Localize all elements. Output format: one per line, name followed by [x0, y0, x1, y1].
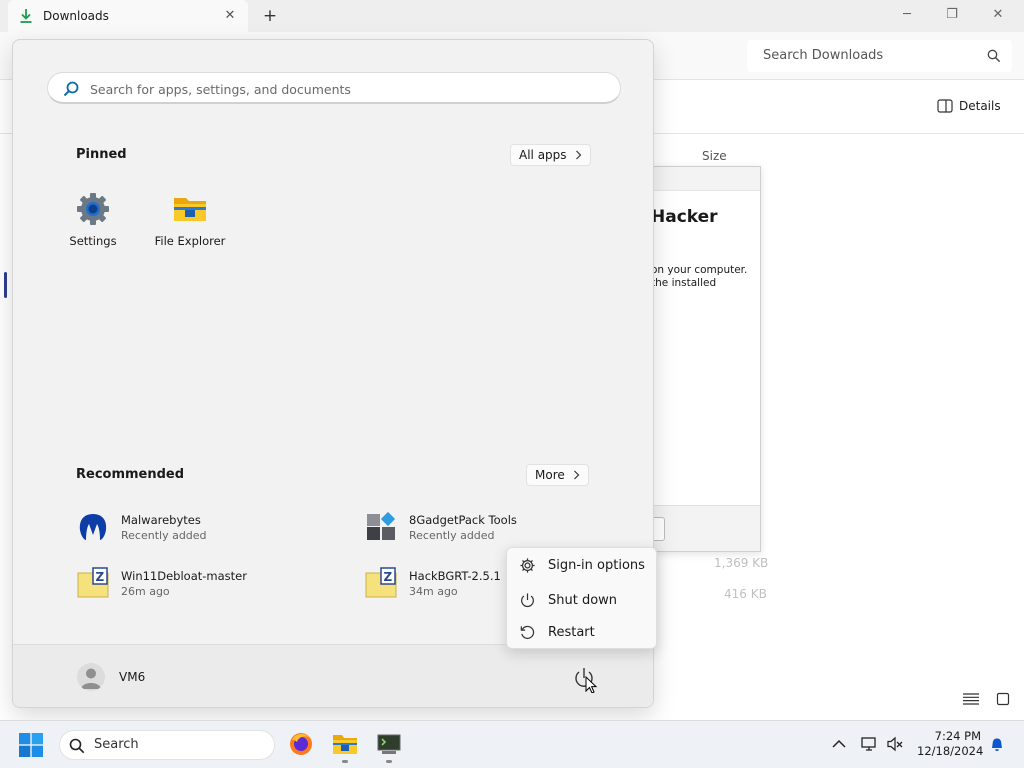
dialog-text-line: on your computer.: [651, 264, 748, 276]
pinned-app-label: Settings: [69, 234, 117, 248]
file-explorer-taskbar-icon[interactable]: [332, 731, 358, 757]
dialog-title: Hacker: [651, 207, 718, 227]
details-button[interactable]: Details: [937, 99, 1001, 113]
download-icon: [20, 9, 32, 23]
svg-text:Z: Z: [384, 570, 393, 584]
gear-icon: [520, 558, 535, 573]
recommended-item-time: 34m ago: [409, 584, 458, 598]
recommended-item-name: Malwarebytes: [121, 512, 201, 527]
malwarebytes-icon: [79, 514, 107, 540]
more-button[interactable]: More: [526, 464, 589, 486]
menu-item-label: Restart: [548, 625, 595, 640]
pinned-heading: Pinned: [76, 147, 127, 162]
avatar: [77, 663, 105, 691]
user-name: VM6: [119, 670, 146, 684]
navigation-selection-indicator: [4, 272, 7, 298]
volume-muted-icon[interactable]: [886, 735, 904, 753]
menu-item-label: Sign-in options: [548, 558, 645, 573]
windows-start-icon[interactable]: [19, 733, 43, 757]
minimize-button[interactable]: ─: [892, 4, 922, 26]
clock-time: 7:24 PM: [934, 729, 981, 743]
recommended-item-time: 26m ago: [121, 584, 170, 598]
explorer-tab-bar: Downloads ✕ + ─ ❐ ✕: [0, 0, 1024, 32]
column-header-size[interactable]: Size: [702, 149, 727, 163]
running-indicator: [342, 760, 348, 763]
view-toggle-group: [962, 692, 1010, 706]
recommended-item-hackbgrt[interactable]: Z HackBGRT-2.5.1 34m ago: [365, 567, 501, 599]
menu-item-label: Shut down: [548, 593, 618, 608]
tab-title: Downloads: [43, 9, 109, 23]
recommended-heading: Recommended: [76, 467, 185, 482]
tiles-view-icon[interactable]: [996, 692, 1010, 706]
start-menu-footer: VM6: [13, 644, 653, 707]
dialog-text: on your computer. the installed: [651, 264, 747, 290]
restart-icon: [520, 625, 535, 639]
recommended-item-8gadgetpack[interactable]: 8GadgetPack Tools Recently added: [365, 511, 517, 543]
all-apps-button[interactable]: All apps: [510, 144, 591, 166]
start-search-box[interactable]: [47, 72, 621, 104]
details-label: Details: [959, 99, 1001, 113]
user-icon: [81, 668, 101, 689]
recommended-item-time: Recently added: [121, 528, 207, 542]
more-label: More: [535, 468, 565, 482]
menu-item-shut-down[interactable]: Shut down: [519, 592, 617, 609]
user-account-button[interactable]: VM6: [77, 663, 145, 691]
zip-folder-icon: Z: [365, 567, 397, 598]
new-tab-button[interactable]: +: [260, 6, 280, 26]
chevron-right-icon: [573, 470, 580, 480]
start-search-input[interactable]: [90, 79, 590, 99]
notification-bell-icon[interactable]: [988, 735, 1006, 753]
dialog-footer: [641, 505, 760, 551]
dialog-titlebar: [641, 167, 760, 191]
taskbar-search-label: Search: [94, 737, 139, 752]
pinned-app-label: File Explorer: [154, 234, 226, 248]
taskbar-clock[interactable]: 7:24 PM 12/18/2024: [917, 729, 984, 759]
tab-close-button[interactable]: ✕: [220, 6, 240, 26]
close-window-button[interactable]: ✕: [983, 4, 1013, 26]
file-size-value: 416 KB: [724, 587, 767, 601]
restore-button[interactable]: ❐: [937, 4, 967, 26]
firefox-icon[interactable]: [288, 731, 314, 757]
file-size-value: 1,369 KB: [714, 556, 769, 570]
recommended-item-name: HackBGRT-2.5.1: [409, 568, 501, 583]
recommended-item-time: Recently added: [409, 528, 495, 542]
zip-folder-icon: Z: [77, 567, 109, 598]
search-downloads-placeholder: Search Downloads: [763, 48, 884, 63]
running-indicator: [386, 760, 392, 763]
search-downloads-input[interactable]: Search Downloads: [747, 40, 1012, 72]
recommended-item-name: 8GadgetPack Tools: [409, 512, 517, 527]
gadgetpack-icon: [367, 511, 396, 540]
search-icon: [69, 738, 85, 754]
power-icon: [521, 593, 534, 607]
network-icon[interactable]: [860, 735, 878, 753]
svg-text:Z: Z: [96, 570, 105, 584]
search-icon: [987, 49, 1001, 63]
search-icon: [63, 81, 79, 97]
list-view-icon[interactable]: [962, 692, 980, 706]
all-apps-label: All apps: [519, 148, 567, 162]
file-explorer-icon: [174, 198, 206, 221]
taskbar: Search 7:24 PM 12/18/2024: [0, 720, 1024, 768]
dialog-text-line: the installed: [651, 277, 717, 289]
menu-item-restart[interactable]: Restart: [519, 624, 595, 641]
chevron-up-icon[interactable]: [830, 735, 848, 753]
recommended-item-malwarebytes[interactable]: Malwarebytes Recently added: [77, 511, 207, 543]
setup-app-icon[interactable]: [376, 731, 402, 757]
details-pane-icon: [937, 99, 953, 113]
power-options-menu: Sign-in options Shut down Restart: [506, 547, 657, 649]
settings-icon: [77, 193, 109, 225]
clock-date: 12/18/2024: [917, 744, 984, 758]
power-button[interactable]: [569, 663, 599, 693]
chevron-right-icon: [575, 150, 581, 160]
pinned-app-file-explorer[interactable]: File Explorer: [142, 191, 238, 248]
recommended-item-win11debloat[interactable]: Z Win11Debloat-master 26m ago: [77, 567, 247, 599]
taskbar-search-box[interactable]: Search: [59, 730, 275, 760]
pinned-app-settings[interactable]: Settings: [45, 191, 141, 248]
installer-dialog: Hacker on your computer. the installed: [640, 166, 761, 552]
mouse-cursor-icon: [585, 675, 598, 693]
recommended-item-name: Win11Debloat-master: [121, 568, 247, 583]
tab-downloads[interactable]: Downloads ✕: [8, 0, 248, 32]
menu-item-sign-in-options[interactable]: Sign-in options: [519, 557, 645, 574]
